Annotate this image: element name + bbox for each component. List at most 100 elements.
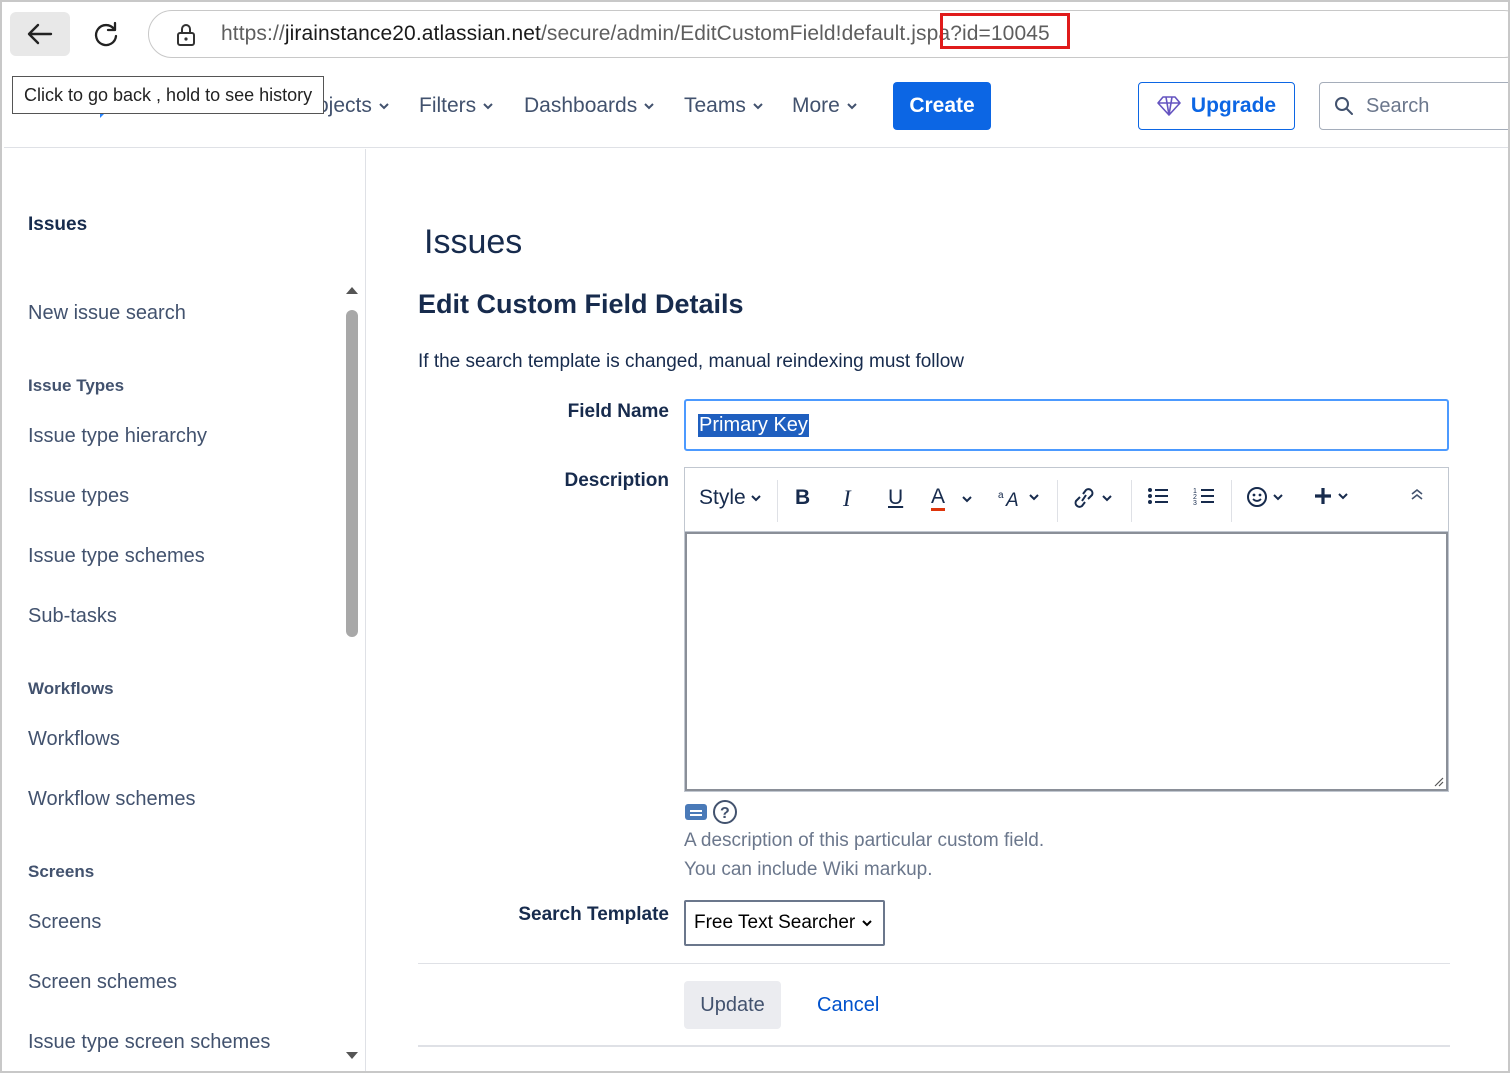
text-effects-button[interactable]: aA [998,486,1040,508]
nav-dashboards-label: Dashboards [524,94,638,117]
upgrade-button[interactable]: Upgrade [1138,82,1295,130]
field-name-value: Primary Key [698,413,809,437]
chevron-down-icon [1029,494,1039,501]
description-editor: Style B I U A aA 123 [684,467,1449,792]
nav-teams-label: Teams [684,94,746,117]
nav-filters[interactable]: Filters [419,94,494,118]
scroll-up-icon[interactable] [345,285,359,295]
lock-icon[interactable] [175,23,197,47]
style-label: Style [699,486,746,509]
scrollbar-thumb[interactable] [346,310,358,637]
wiki-markup-icons: ? [684,799,738,825]
link-icon [1074,488,1094,508]
sidebar-item-screen-schemes[interactable]: Screen schemes [28,971,177,994]
bullet-list-icon [1148,488,1168,504]
numbered-list-icon: 123 [1193,488,1214,506]
svg-text:?: ? [720,805,730,822]
back-button[interactable] [10,12,70,56]
link-button[interactable] [1071,486,1113,510]
refresh-button[interactable] [76,12,136,56]
chevron-down-icon [1273,494,1283,501]
plus-icon [1315,488,1331,504]
italic-icon: I [843,486,851,511]
reindex-notice: If the search template is changed, manua… [418,351,965,372]
sidebar-item-issue-type-hierarchy[interactable]: Issue type hierarchy [28,425,207,448]
url-scheme: https:// [221,22,285,45]
diamond-icon [1157,96,1181,116]
chevron-down-icon [862,920,872,927]
browser-toolbar: https://jirainstance20.atlassian.net/sec… [2,2,1508,64]
create-button[interactable]: Create [893,82,991,130]
upgrade-label: Upgrade [1190,94,1277,117]
nav-dashboards[interactable]: Dashboards [524,94,655,118]
search-input[interactable]: Search [1319,82,1508,130]
main-content: Issues Edit Custom Field Details If the … [367,149,1508,1071]
toolbar-separator [1131,480,1132,522]
cancel-link[interactable]: Cancel [817,994,879,1017]
search-placeholder: Search [1366,94,1430,117]
chevron-down-icon [483,103,493,110]
sidebar-item-issue-type-schemes[interactable]: Issue type schemes [28,545,205,568]
sidebar-item-workflows[interactable]: Workflows [28,728,120,751]
chevron-down-icon [379,103,389,110]
form-divider [418,1045,1450,1047]
insert-more-button[interactable] [1313,486,1349,506]
field-name-input[interactable]: Primary Key [684,399,1449,451]
toolbar-separator [1231,480,1232,522]
url-text: https://jirainstance20.atlassian.net/sec… [221,22,1050,46]
nav-filters-label: Filters [419,94,477,117]
style-dropdown[interactable]: Style [699,486,762,510]
nav-teams[interactable]: Teams [684,94,764,118]
text-color-icon: A [931,486,946,511]
chevron-down-icon [1102,495,1112,502]
chevron-down-icon [750,495,761,502]
text-color-button[interactable]: A [931,486,973,511]
bullet-list-button[interactable] [1147,486,1169,506]
collapse-toolbar-button[interactable] [1409,486,1425,502]
chevron-down-icon [1338,493,1348,500]
sidebar-heading-issue-types: Issue Types [28,376,125,395]
scroll-down-icon[interactable] [345,1051,359,1061]
italic-button[interactable]: I [843,486,851,512]
form-divider [418,963,1450,964]
bold-button[interactable]: B [795,486,810,510]
url-host: jirainstance20.atlassian.net [284,22,541,45]
sidebar-scrollbar[interactable] [344,277,358,1067]
help-icon[interactable]: ? [712,799,738,825]
editor-toolbar: Style B I U A aA 123 [685,468,1448,532]
sidebar-item-new-issue-search[interactable]: New issue search [28,302,186,325]
sidebar-item-workflow-schemes[interactable]: Workflow schemes [28,788,195,811]
text-effects-icon: aA [998,490,1019,508]
admin-sidebar: Issues New issue search Issue Types Issu… [4,149,366,1071]
svg-text:a: a [998,490,1004,501]
address-bar[interactable]: https://jirainstance20.atlassian.net/sec… [148,10,1508,58]
chevron-down-icon [847,103,857,110]
chevron-down-icon [753,103,763,110]
emoji-button[interactable] [1246,486,1284,508]
description-textarea[interactable] [685,532,1448,791]
back-tooltip: Click to go back , hold to see history [12,76,325,114]
refresh-icon [94,21,118,47]
sidebar-item-issue-types[interactable]: Issue types [28,485,129,508]
sidebar-item-issue-type-screen-schemes[interactable]: Issue type screen schemes [28,1031,270,1054]
search-template-value: Free Text Searcher [694,912,856,933]
numbered-list-button[interactable]: 123 [1193,486,1215,506]
svg-text:A: A [1005,490,1019,508]
underline-icon: U [888,486,904,509]
arrow-left-icon [27,23,53,45]
bold-icon: B [795,486,811,509]
resize-handle-icon[interactable] [1432,775,1444,787]
double-chevron-up-icon [1411,488,1423,500]
update-button[interactable]: Update [684,981,781,1029]
sidebar-item-sub-tasks[interactable]: Sub-tasks [28,605,117,628]
wiki-renderer-icon[interactable] [684,802,708,822]
section-title: Edit Custom Field Details [418,289,744,319]
highlight-box [940,13,1070,49]
chevron-down-icon [644,103,654,110]
svg-text:3: 3 [1193,500,1197,506]
field-name-label: Field Name [567,401,669,422]
search-template-select[interactable]: Free Text Searcher [684,900,885,946]
underline-button[interactable]: U [888,486,903,510]
sidebar-item-screens[interactable]: Screens [28,911,101,934]
nav-more[interactable]: More [792,94,858,118]
